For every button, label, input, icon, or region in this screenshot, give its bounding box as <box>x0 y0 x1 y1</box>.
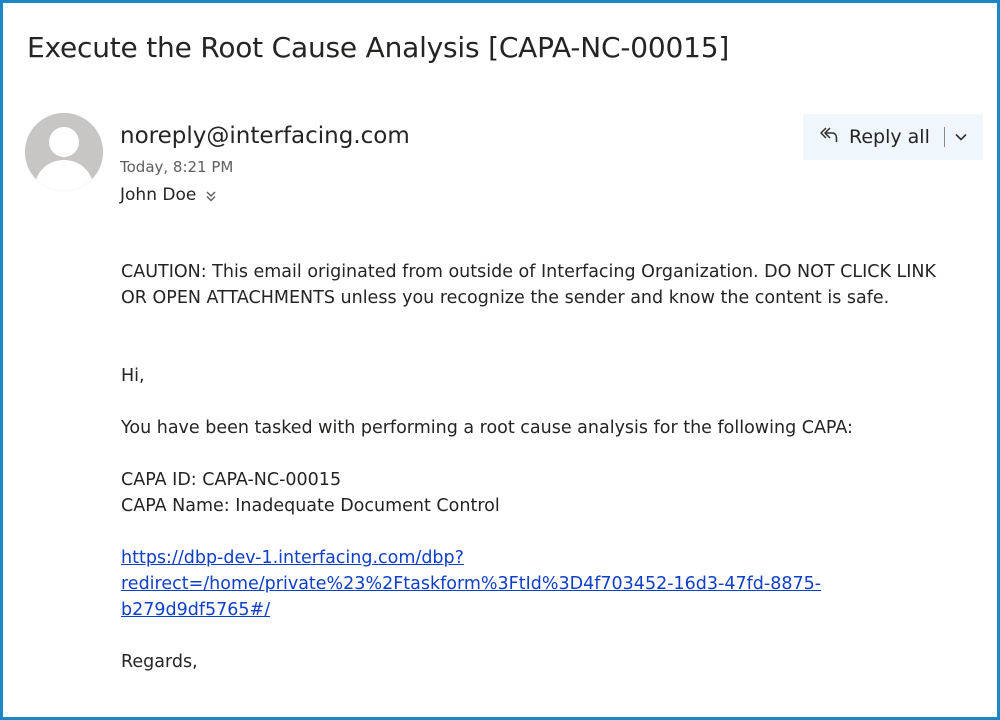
email-reading-pane: Execute the Root Cause Analysis [CAPA-NC… <box>0 0 1000 720</box>
task-text: You have been tasked with performing a r… <box>121 418 853 438</box>
task-link-line-1[interactable]: https://dbp-dev-1.interfacing.com/dbp? <box>121 545 981 571</box>
reply-all-label: Reply all <box>849 126 930 148</box>
email-subject: Execute the Root Cause Analysis [CAPA-NC… <box>27 31 730 64</box>
sign-off: Regards, <box>121 652 198 672</box>
task-link-line-2[interactable]: redirect=/home/private%23%2Ftaskform%3Ft… <box>121 571 981 597</box>
caution-line-1: CAUTION: This email originated from outs… <box>121 262 936 282</box>
person-silhouette-icon <box>25 113 103 191</box>
caution-notice: CAUTION: This email originated from outs… <box>121 259 981 311</box>
reply-all-button[interactable]: Reply all <box>817 124 930 150</box>
sender-avatar[interactable] <box>25 113 103 191</box>
recipient-name[interactable]: John Doe <box>120 185 196 205</box>
task-link[interactable]: https://dbp-dev-1.interfacing.com/dbp? r… <box>121 545 981 623</box>
sender-address[interactable]: noreply@interfacing.com <box>120 123 410 149</box>
capa-id: CAPA ID: CAPA-NC-00015 <box>121 470 342 490</box>
reply-all-split-button: Reply all <box>803 114 983 160</box>
double-chevron-down-icon[interactable] <box>204 188 218 202</box>
recipient-row: John Doe <box>120 185 218 205</box>
greeting: Hi, <box>121 366 145 386</box>
reply-divider <box>943 127 945 147</box>
task-link-line-3[interactable]: b279d9df5765#/ <box>121 597 981 623</box>
sent-date: Today, 8:21 PM <box>120 158 234 176</box>
caution-line-2: OR OPEN ATTACHMENTS unless you recognize… <box>121 288 890 308</box>
chevron-down-icon[interactable] <box>953 129 969 145</box>
capa-details: CAPA ID: CAPA-NC-00015 CAPA Name: Inadeq… <box>121 467 981 519</box>
email-body: CAUTION: This email originated from outs… <box>121 259 981 675</box>
reply-all-icon <box>817 124 839 150</box>
capa-name: CAPA Name: Inadequate Document Control <box>121 496 500 516</box>
